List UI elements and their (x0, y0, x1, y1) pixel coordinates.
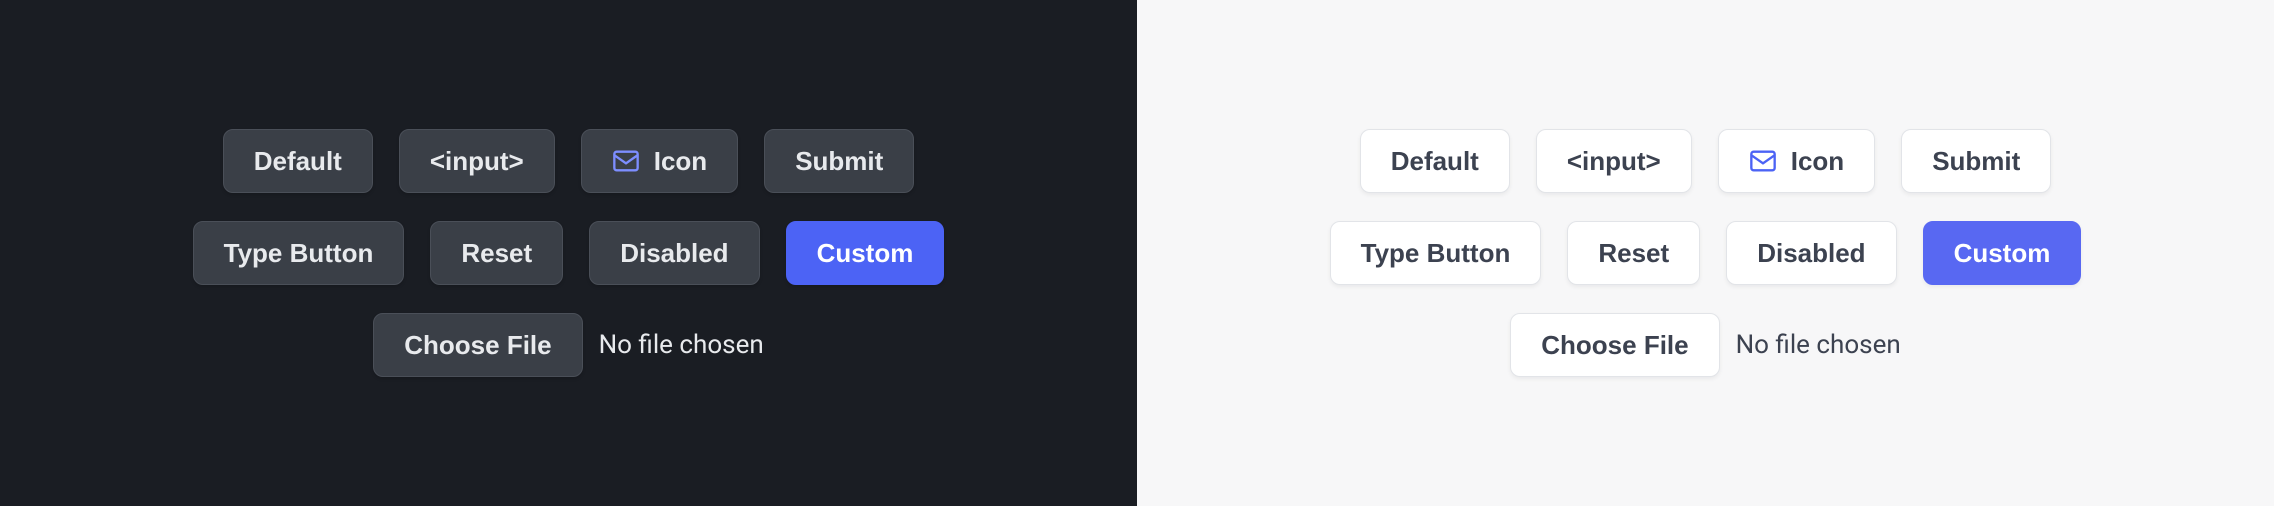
choose-file-button[interactable]: Choose File (1510, 313, 1719, 377)
disabled-button: Disabled (1726, 221, 1896, 285)
file-status-label: No file chosen (1736, 330, 1901, 360)
choose-file-button[interactable]: Choose File (373, 313, 582, 377)
file-input-row: Choose File No file chosen (1510, 313, 1900, 377)
type-button[interactable]: Type Button (193, 221, 405, 285)
custom-button[interactable]: Custom (786, 221, 945, 285)
type-button[interactable]: Type Button (1330, 221, 1542, 285)
input-button[interactable]: <input> (399, 129, 555, 193)
icon-button-label: Icon (1791, 146, 1844, 177)
button-row-1: Default <input> Icon Submit (1360, 129, 2052, 193)
icon-button[interactable]: Icon (1718, 129, 1875, 193)
light-theme-panel: Default <input> Icon Submit Type Button … (1137, 0, 2274, 506)
icon-button-label: Icon (654, 146, 707, 177)
mail-icon (612, 147, 640, 175)
button-row-1: Default <input> Icon Submit (223, 129, 915, 193)
default-button[interactable]: Default (223, 129, 373, 193)
file-input-row: Choose File No file chosen (373, 313, 763, 377)
icon-button[interactable]: Icon (581, 129, 738, 193)
submit-button[interactable]: Submit (764, 129, 914, 193)
dark-theme-panel: Default <input> Icon Submit Type Button … (0, 0, 1137, 506)
default-button[interactable]: Default (1360, 129, 1510, 193)
mail-icon (1749, 147, 1777, 175)
disabled-button: Disabled (589, 221, 759, 285)
reset-button[interactable]: Reset (1567, 221, 1700, 285)
input-button[interactable]: <input> (1536, 129, 1692, 193)
button-row-2: Type Button Reset Disabled Custom (1330, 221, 2082, 285)
custom-button[interactable]: Custom (1923, 221, 2082, 285)
button-row-2: Type Button Reset Disabled Custom (193, 221, 945, 285)
reset-button[interactable]: Reset (430, 221, 563, 285)
submit-button[interactable]: Submit (1901, 129, 2051, 193)
file-status-label: No file chosen (599, 330, 764, 360)
